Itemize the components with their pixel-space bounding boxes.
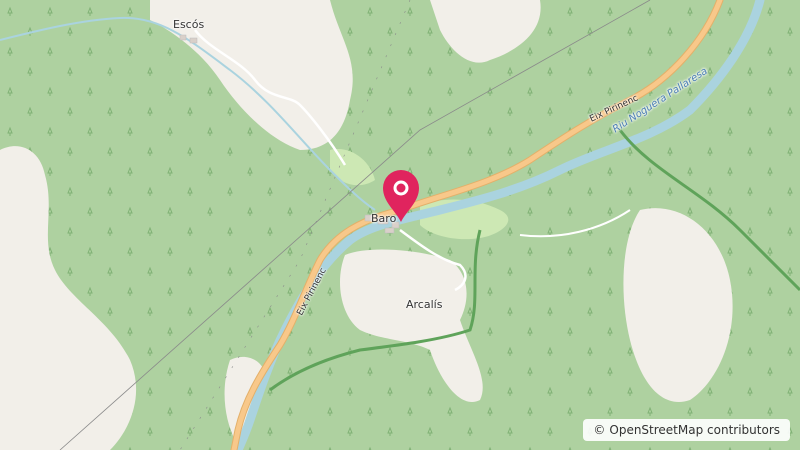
place-label-escos: Escós <box>173 18 205 31</box>
attribution-link[interactable]: OpenStreetMap contributors <box>609 423 780 437</box>
copyright-symbol: © <box>593 423 606 437</box>
map-attribution: © OpenStreetMap contributors <box>583 419 790 441</box>
map-canvas[interactable]: Escós Baro Arcalís Eix Pirinenc Eix Piri… <box>0 0 800 450</box>
place-label-arcalis: Arcalís <box>406 298 443 311</box>
map-tiles <box>0 0 800 450</box>
place-label-baro: Baro <box>371 212 397 225</box>
